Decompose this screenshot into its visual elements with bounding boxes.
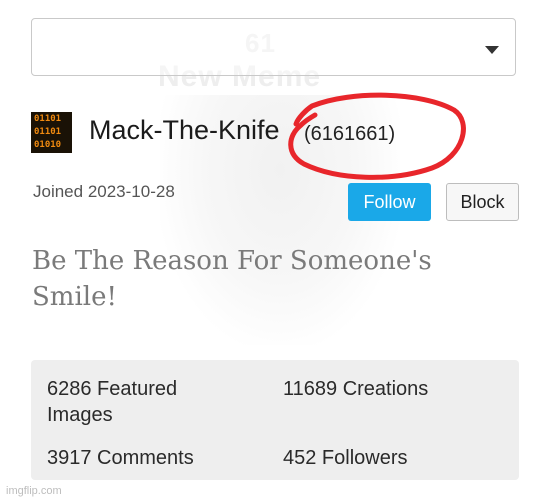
stat-followers[interactable]: 452 Followers [283,445,408,471]
user-points: (6161661) [304,123,396,145]
imgflip-watermark: imgflip.com [6,485,62,497]
block-button[interactable]: Block [446,183,519,221]
stats-panel: 6286 Featured Images 11689 Creations 391… [31,360,519,480]
avatar-row: 01010 [34,140,62,150]
chevron-down-icon[interactable] [485,46,499,54]
profile-bio: Be The Reason For Someone's Smile! [32,246,432,312]
joined-date: Joined 2023-10-28 [33,182,175,201]
stat-featured-images[interactable]: 6286 Featured Images [47,376,237,428]
avatar[interactable]: 01101 01101 01010 [31,112,72,153]
follow-button[interactable]: Follow [348,183,431,221]
stat-creations[interactable]: 11689 Creations [283,376,428,402]
stat-comments[interactable]: 3917 Comments [47,445,194,471]
username[interactable]: Mack-The-Knife [89,115,280,146]
meme-select-dropdown[interactable] [31,18,516,76]
avatar-row: 01101 [34,127,62,137]
avatar-row: 01101 [34,114,62,124]
